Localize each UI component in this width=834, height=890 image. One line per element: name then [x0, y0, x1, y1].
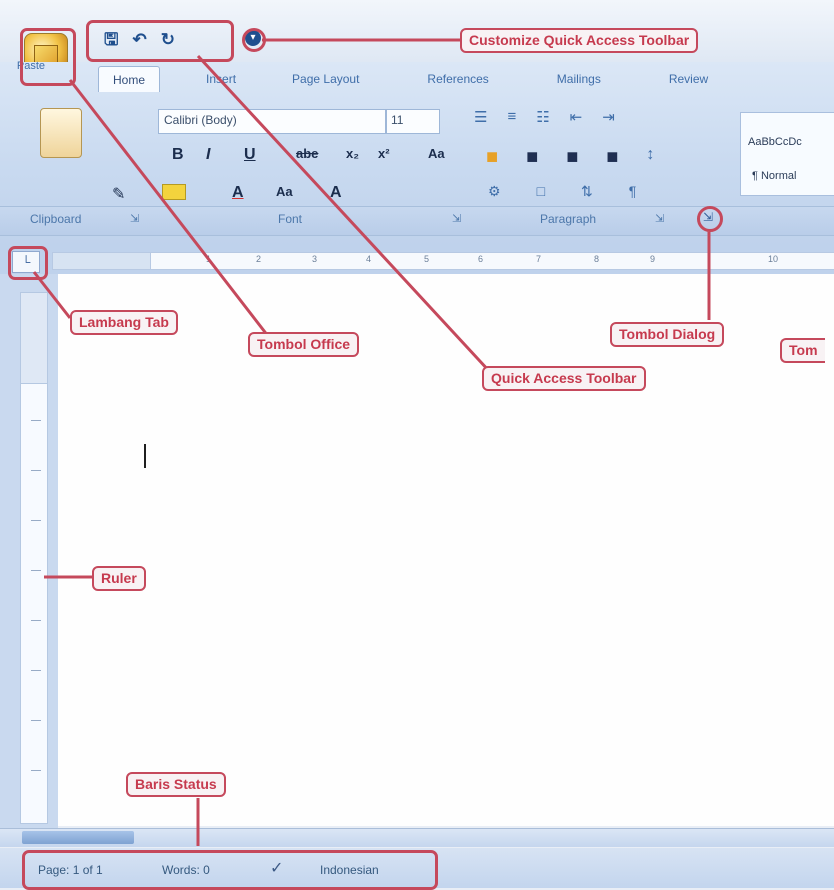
font-launcher-icon[interactable]: ⇲ [452, 212, 461, 225]
callout-customize-qat: Customize Quick Access Toolbar [460, 28, 699, 53]
shading-icon[interactable]: ⚙ [488, 183, 501, 207]
callout-lambang-tab: Lambang Tab [70, 310, 178, 335]
underline-button[interactable]: U [244, 146, 256, 164]
text-cursor [144, 444, 146, 468]
ruler-tick: 7 [536, 254, 542, 264]
customize-highlight [242, 28, 266, 52]
grow-font-button[interactable]: Aa [276, 184, 293, 199]
vertical-ruler-tick [31, 470, 41, 471]
font-size-value: 11 [391, 113, 404, 127]
font-name-value: Calibri (Body) [164, 113, 237, 127]
vertical-ruler-tick [31, 670, 41, 671]
tab-home[interactable]: Home [98, 66, 161, 92]
clipboard-icon [40, 108, 82, 158]
vertical-ruler-tick [31, 720, 41, 721]
tab-page-layout[interactable]: Page Layout [278, 66, 373, 92]
ruler-tick: 10 [768, 254, 779, 264]
vertical-ruler-tick [31, 520, 41, 521]
bullets-icon[interactable]: ☰ [474, 108, 487, 136]
style-name: ¶ Normal [752, 170, 797, 182]
ruler-margin-left [52, 252, 152, 270]
format-painter-icon[interactable]: ✎ [112, 184, 125, 204]
vertical-ruler-tick [31, 570, 41, 571]
ruler-tick: 1 [206, 254, 212, 264]
show-marks-icon[interactable]: ¶ [629, 183, 637, 207]
callout-ruler: Ruler [92, 566, 146, 591]
paragraph-row-1: ☰ ≡ ☷ ⇤ ⇥ [474, 108, 722, 136]
vertical-ruler-top-margin [20, 292, 48, 384]
strikethrough-button[interactable]: abe [296, 146, 318, 161]
callout-tombol-dialog: Tombol Dialog [610, 322, 725, 347]
ruler-tick: 2 [256, 254, 262, 264]
tab-selector-highlight [8, 246, 48, 280]
borders-icon[interactable]: □ [537, 183, 545, 207]
office-button-highlight [20, 28, 76, 86]
group-label-font: Font [278, 212, 303, 226]
decrease-indent-icon[interactable]: ⇤ [570, 108, 583, 136]
ruler-tick: 6 [478, 254, 484, 264]
italic-button[interactable]: I [206, 146, 210, 164]
callout-tombol-office: Tombol Office [248, 332, 360, 357]
group-label-paragraph: Paragraph [540, 212, 597, 226]
increase-indent-icon[interactable]: ⇥ [602, 108, 615, 136]
ribbon-tabs: Home Insert Page Layout References Maili… [98, 66, 834, 92]
paragraph-row-3: ⚙ □ ⇅ ¶ [488, 183, 708, 207]
tab-insert[interactable]: Insert [192, 66, 250, 92]
dialog-launcher-highlight [697, 206, 723, 232]
status-bar-highlight [22, 850, 438, 890]
scrollbar-thumb[interactable] [22, 831, 134, 844]
document-page[interactable] [58, 274, 834, 826]
callout-quick-access-toolbar: Quick Access Toolbar [482, 366, 646, 391]
numbering-icon[interactable]: ≡ [507, 108, 516, 136]
paragraph-row-2: ■ ■ ■ ■ ↕ [486, 146, 706, 174]
align-left-icon[interactable]: ■ [486, 146, 498, 174]
vertical-ruler-tick [31, 420, 41, 421]
align-right-icon[interactable]: ■ [566, 146, 578, 174]
qat-highlight [86, 20, 234, 62]
change-case-button[interactable]: Aa [428, 146, 445, 161]
tab-mailings[interactable]: Mailings [543, 66, 615, 92]
ruler-tick: 8 [594, 254, 600, 264]
styles-gallery[interactable] [740, 112, 834, 196]
ruler-tick: 9 [650, 254, 656, 264]
paste-button[interactable] [32, 108, 86, 200]
group-label-clipboard: Clipboard [30, 212, 82, 226]
subscript-button[interactable]: x₂ [346, 146, 359, 161]
multilevel-list-icon[interactable]: ☷ [536, 108, 549, 136]
ruler-tick: 4 [366, 254, 372, 264]
callout-baris-status: Baris Status [126, 772, 226, 797]
vertical-ruler-tick [31, 620, 41, 621]
line-spacing-icon[interactable]: ↕ [646, 146, 654, 174]
ruler-tick: 5 [424, 254, 430, 264]
justify-icon[interactable]: ■ [606, 146, 618, 174]
style-sample: AaBbCcDc [748, 136, 802, 148]
callout-tombol-edge: Tom [780, 338, 825, 363]
font-color-button[interactable]: A [232, 184, 244, 202]
paragraph-launcher-icon[interactable]: ⇲ [655, 212, 664, 225]
clipboard-launcher-icon[interactable]: ⇲ [130, 212, 139, 225]
ruler-tick: 3 [312, 254, 318, 264]
shrink-font-button[interactable]: A [330, 184, 342, 202]
bold-button[interactable]: B [172, 146, 184, 164]
vertical-ruler-tick [31, 770, 41, 771]
tab-references[interactable]: References [413, 66, 502, 92]
sort-icon[interactable]: ⇅ [581, 183, 593, 207]
align-center-icon[interactable]: ■ [526, 146, 538, 174]
horizontal-ruler[interactable] [150, 252, 834, 270]
tab-review[interactable]: Review [655, 66, 722, 92]
superscript-button[interactable]: x² [378, 146, 390, 161]
highlight-icon[interactable] [162, 184, 186, 200]
